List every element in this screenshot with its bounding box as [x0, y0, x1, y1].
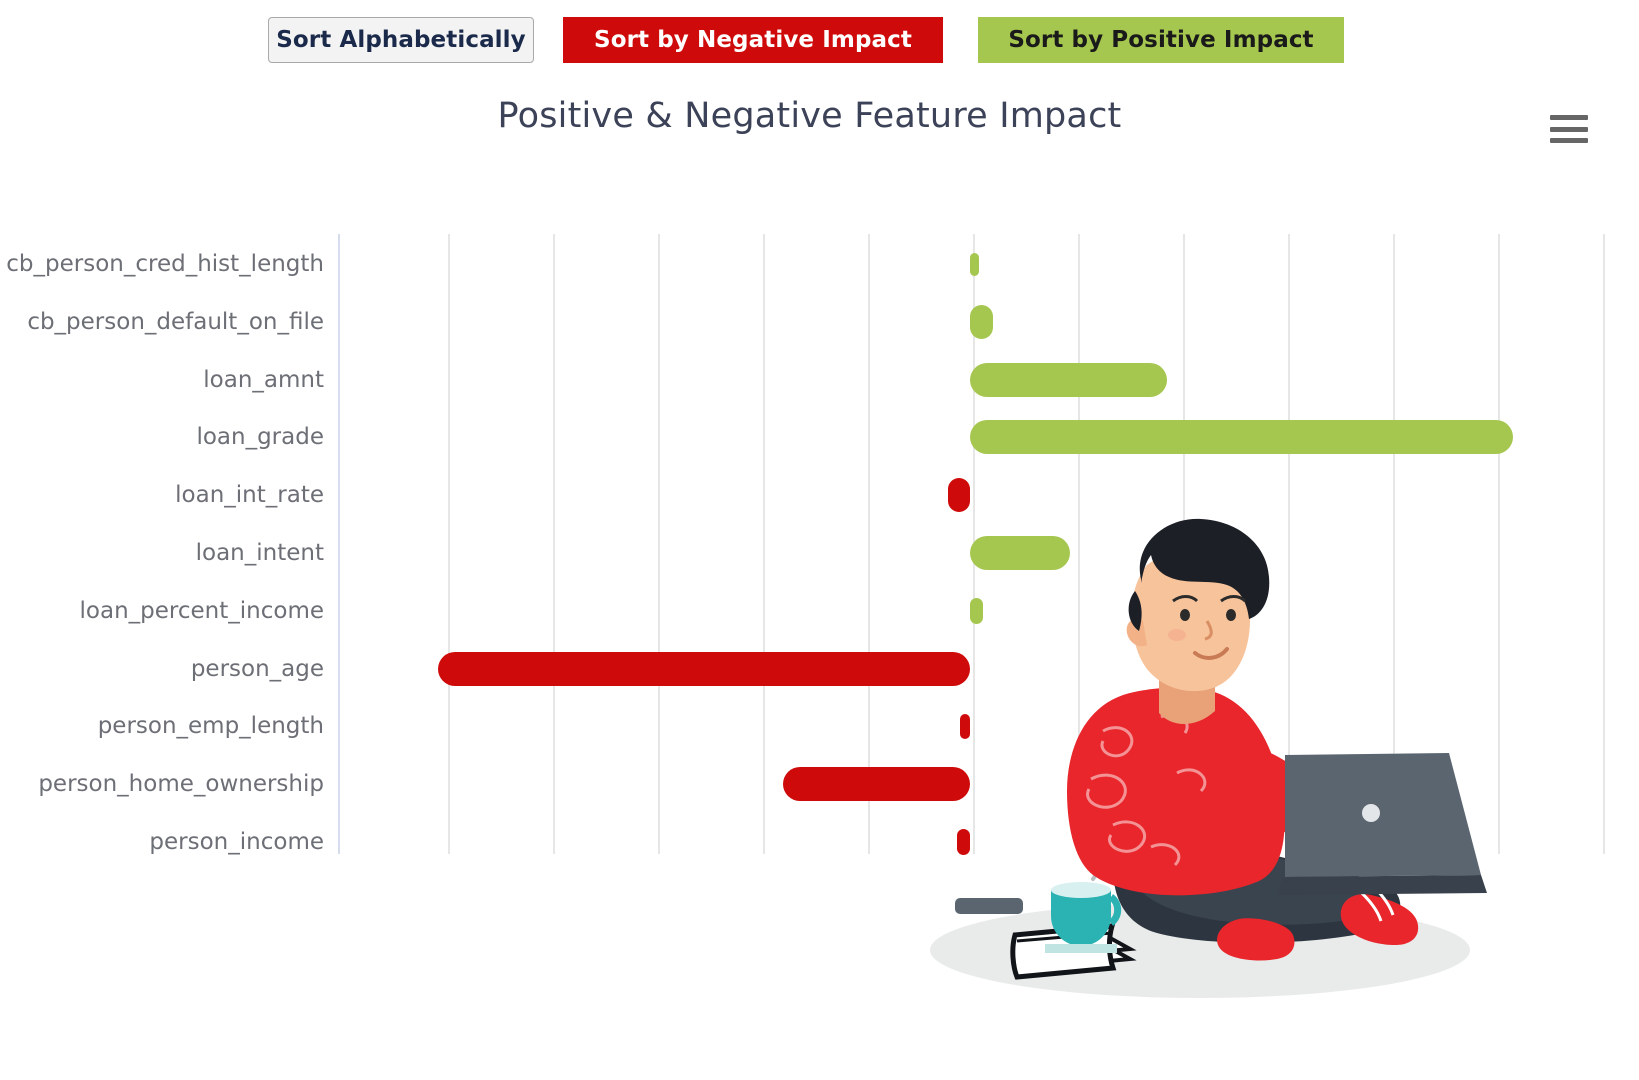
chart-bar[interactable]: [970, 304, 994, 339]
chart-bar[interactable]: [970, 420, 1513, 455]
chart-gridline: [1498, 234, 1500, 854]
chart-category-label: person_home_ownership: [38, 771, 324, 798]
chart-gridline: [658, 234, 660, 854]
chart-category-label: person_emp_length: [97, 713, 324, 740]
chart-gridline: [448, 234, 450, 854]
chart-category-label: loan_int_rate: [175, 482, 324, 509]
chart-category-label: loan_amnt: [203, 366, 324, 393]
chart-category-label: loan_intent: [195, 540, 324, 566]
chart-y-axis: [338, 234, 340, 854]
chart-category-label: loan_grade: [196, 424, 324, 451]
chart-gridline: [553, 234, 555, 854]
chart-category-label: person_income: [149, 829, 324, 855]
person-sitting-with-laptop-illustration: [855, 495, 1495, 1020]
chart-bar[interactable]: [970, 252, 979, 276]
chart-category-label: person_age: [190, 655, 324, 682]
chart-gridline: [1603, 234, 1605, 854]
chart-category-label: loan_percent_income: [79, 597, 324, 624]
chart-category-label: cb_person_default_on_file: [27, 308, 324, 335]
chart-bar[interactable]: [970, 362, 1168, 397]
chart-gridline: [763, 234, 765, 854]
chart-category-label: cb_person_cred_hist_length: [6, 251, 324, 277]
